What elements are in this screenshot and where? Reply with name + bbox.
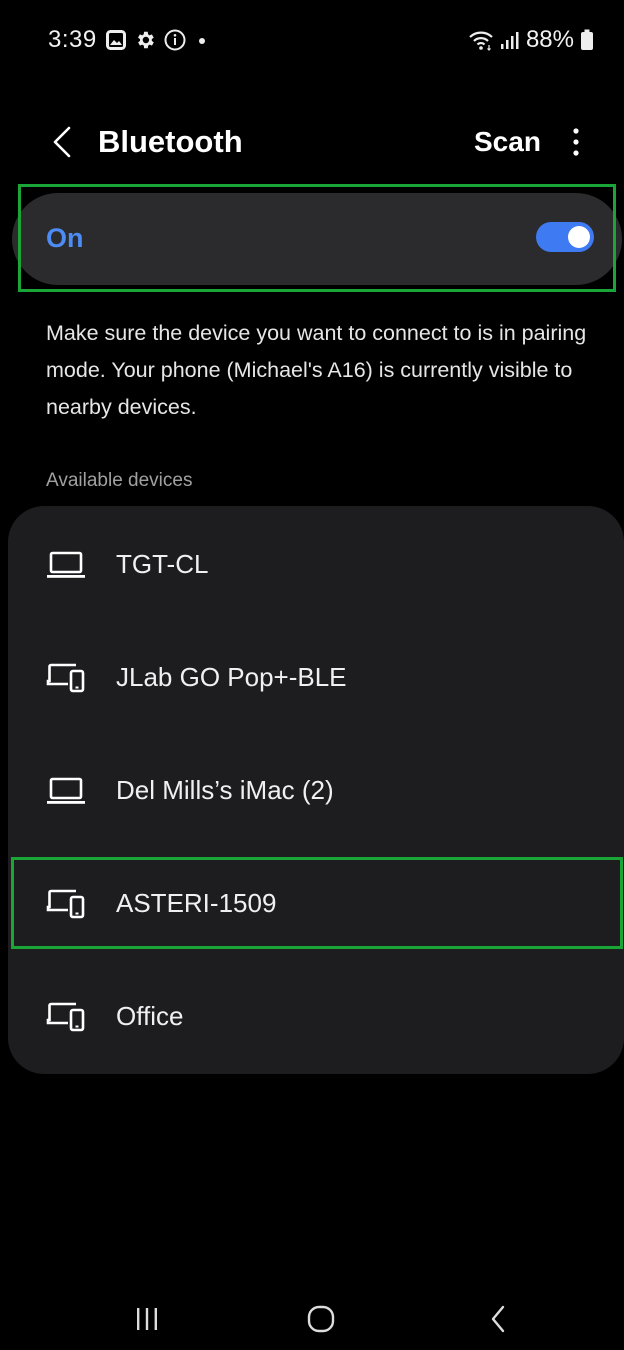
back-button[interactable] (38, 118, 86, 166)
device-name: Del Mills’s iMac (2) (116, 775, 334, 805)
device-name: JLab GO Pop+-BLE (116, 662, 347, 692)
device-name: TGT-CL (116, 549, 209, 579)
status-time: 3:39 (48, 26, 97, 53)
home-button[interactable] (291, 1294, 351, 1344)
nav-back-button[interactable] (468, 1294, 528, 1344)
device-row-jlab[interactable]: JLab GO Pop+-BLE (8, 621, 624, 734)
device-row-asteri-1509[interactable]: ASTERI-1509 (8, 847, 624, 960)
device-row-tgt-cl[interactable]: TGT-CL (8, 508, 624, 621)
battery-icon (581, 29, 593, 50)
more-vert-icon (573, 128, 579, 156)
bluetooth-switch[interactable] (536, 222, 594, 252)
status-icons-left (106, 26, 210, 54)
device-name: Office (116, 1001, 184, 1031)
gear-icon (138, 31, 154, 49)
page-title: Bluetooth (98, 124, 243, 159)
recent-apps-button[interactable] (117, 1294, 177, 1344)
bluetooth-toggle-row[interactable] (12, 193, 622, 285)
device-row-office[interactable]: Office (8, 960, 624, 1073)
devices-icon (46, 889, 85, 919)
dot-icon (199, 38, 205, 44)
battery-level: 88% (525, 26, 574, 53)
back-icon (491, 1305, 505, 1333)
wifi-icon (469, 31, 493, 51)
laptop-icon (47, 551, 85, 578)
bluetooth-toggle-label: On (46, 223, 84, 253)
home-icon (307, 1305, 335, 1333)
signal-icon (500, 32, 519, 49)
info-icon (164, 29, 186, 51)
status-icons-right: 88% (468, 26, 594, 54)
devices-icon (46, 663, 85, 693)
device-row-del-mills-imac[interactable]: Del Mills’s iMac (2) (8, 734, 624, 847)
available-devices-header: Available devices (46, 470, 193, 491)
laptop-icon (47, 777, 85, 804)
chevron-left-icon (53, 126, 71, 158)
recent-apps-icon (137, 1308, 157, 1330)
gallery-icon (106, 30, 126, 50)
pairing-description: Make sure the device you want to connect… (46, 321, 587, 419)
switch-knob (568, 226, 590, 248)
more-options-button[interactable] (558, 118, 594, 166)
device-name: ASTERI-1509 (116, 888, 277, 918)
devices-icon (46, 1002, 85, 1032)
scan-button[interactable]: Scan (474, 118, 541, 166)
